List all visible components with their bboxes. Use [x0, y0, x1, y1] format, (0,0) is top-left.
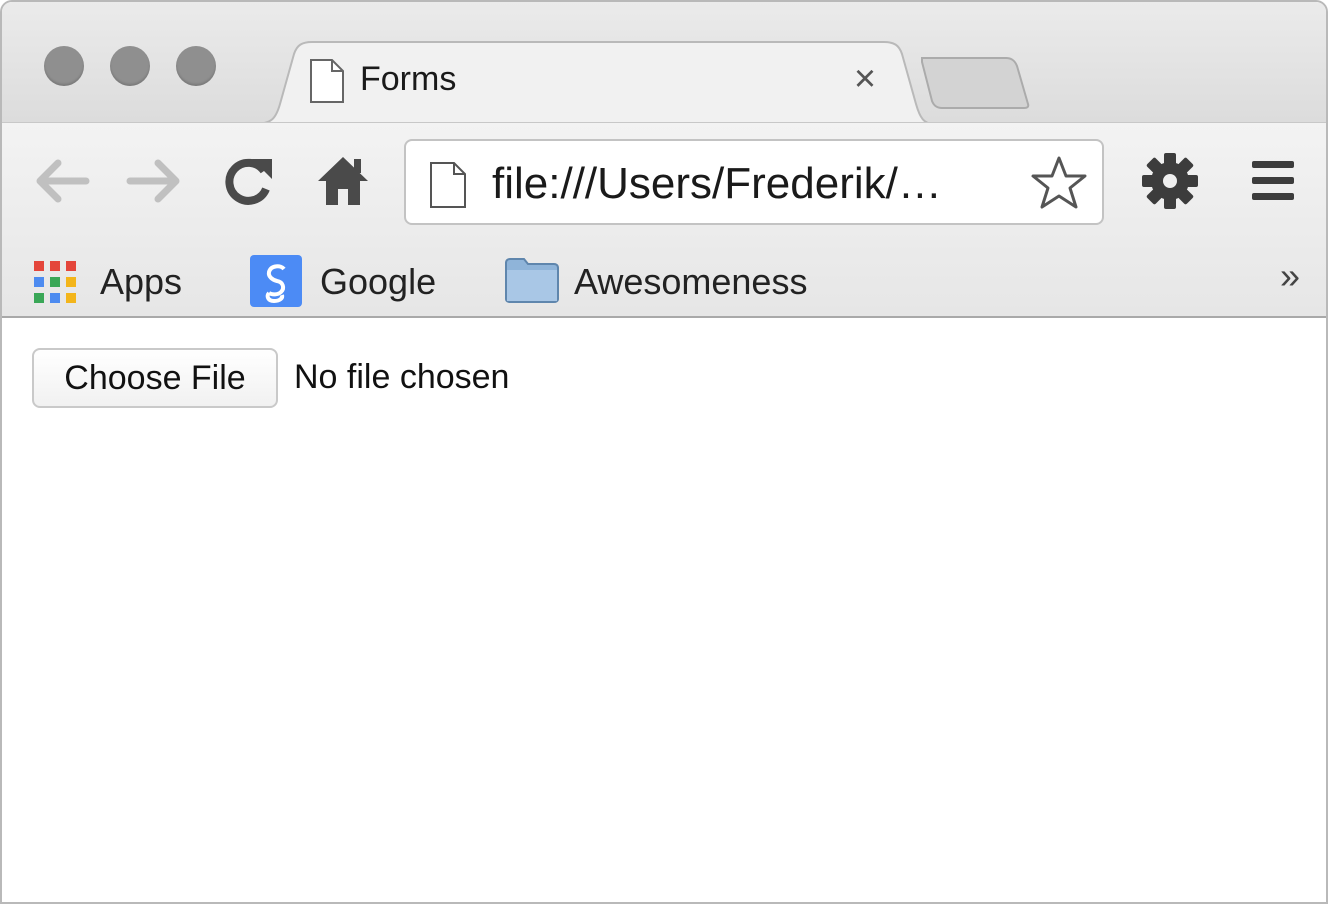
- tab-forms[interactable]: Forms ×: [254, 40, 934, 124]
- toolbar: file:///Users/Frederik/… Apps Google Awe…: [2, 122, 1326, 318]
- page-icon: [430, 162, 466, 208]
- page-content: Choose File No file chosen: [2, 318, 1326, 902]
- forward-arrow-icon[interactable]: [126, 159, 182, 203]
- tab-title: Forms: [360, 60, 457, 98]
- file-status-text: No file chosen: [294, 358, 510, 396]
- bookmarks-bar: Apps Google Awesomeness »: [2, 241, 1326, 317]
- close-window-button[interactable]: [44, 46, 84, 86]
- minimize-window-button[interactable]: [110, 46, 150, 86]
- bookmark-label: Awesomeness: [574, 261, 808, 302]
- title-bar: Forms ×: [2, 2, 1326, 124]
- google-icon: [250, 255, 302, 307]
- bookmarks-overflow-chevron-icon[interactable]: »: [1280, 255, 1300, 297]
- folder-icon: [505, 258, 559, 303]
- apps-grid-icon: [34, 261, 76, 303]
- choose-file-button[interactable]: Choose File: [32, 348, 278, 408]
- browser-window: Forms × file:///Users/Frederik/… Apps Go…: [0, 0, 1328, 904]
- bookmark-google[interactable]: Google: [250, 251, 460, 307]
- bookmark-star-icon[interactable]: [1030, 155, 1088, 211]
- bookmark-folder-awesomeness[interactable]: Awesomeness: [504, 251, 844, 307]
- address-bar[interactable]: file:///Users/Frederik/…: [404, 139, 1104, 225]
- address-text[interactable]: file:///Users/Frederik/…: [492, 159, 942, 209]
- gear-icon[interactable]: [1140, 151, 1200, 211]
- zoom-window-button[interactable]: [176, 46, 216, 86]
- reload-icon[interactable]: [220, 153, 276, 209]
- back-arrow-icon[interactable]: [34, 159, 90, 203]
- hamburger-menu-icon[interactable]: [1250, 159, 1296, 203]
- bookmark-label: Apps: [100, 261, 183, 302]
- tab-shape: [254, 41, 934, 124]
- home-icon[interactable]: [314, 153, 372, 207]
- new-tab-button[interactable]: [920, 56, 1030, 110]
- tab-close-icon[interactable]: ×: [848, 60, 882, 98]
- page-icon: [310, 59, 344, 103]
- bookmark-apps[interactable]: Apps: [32, 251, 202, 307]
- bookmark-label: Google: [320, 261, 437, 302]
